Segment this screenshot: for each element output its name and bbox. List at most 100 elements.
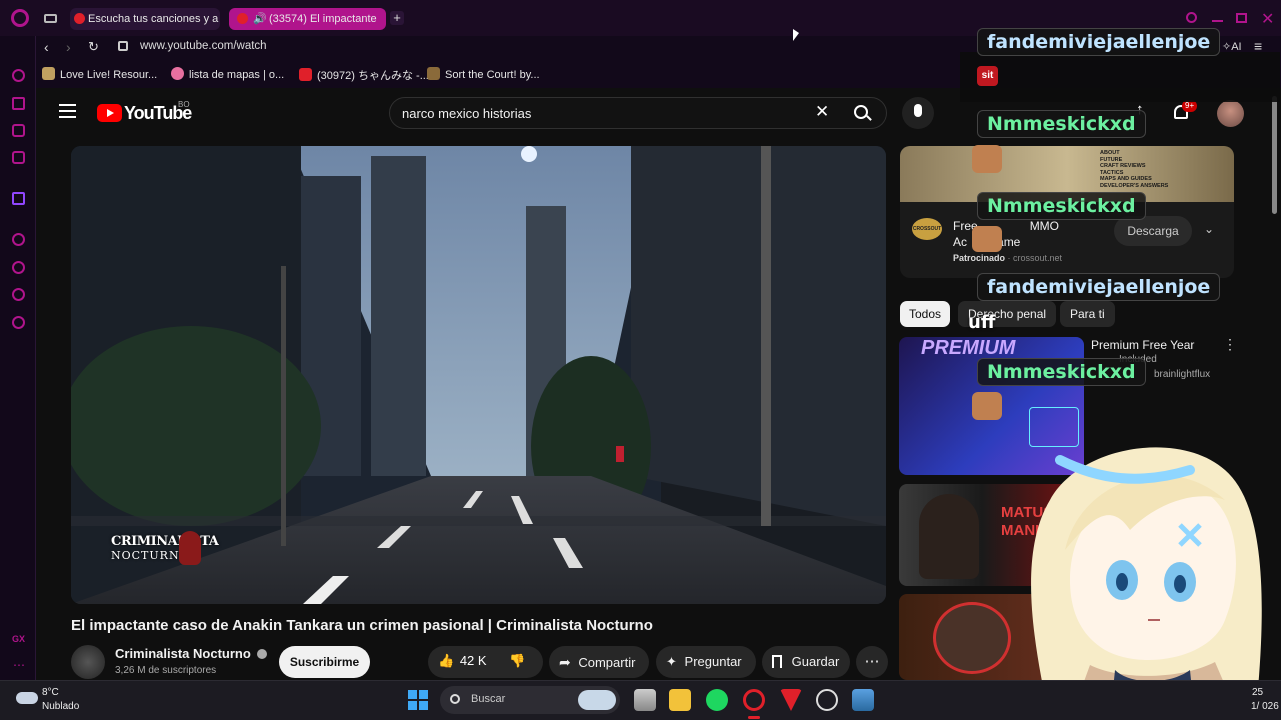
share-button[interactable]: ➦ Compartir bbox=[549, 646, 649, 678]
search-button[interactable] bbox=[840, 97, 887, 129]
channel-name[interactable]: Criminalista Nocturno bbox=[115, 646, 268, 661]
back-icon[interactable]: ‹ bbox=[44, 39, 49, 55]
player-icon[interactable] bbox=[12, 233, 25, 246]
banner-line: DEVELOPER'S ANSWERS bbox=[1100, 182, 1169, 189]
history-icon[interactable] bbox=[12, 261, 25, 274]
bookmark-label: (30972) ちゃんみな -... bbox=[317, 70, 429, 82]
watermark-line1: CRIMINALISTA bbox=[111, 534, 219, 549]
bookmark-label: lista de mapas | o... bbox=[189, 69, 285, 81]
recommendation-channel: brainlightflux bbox=[1154, 369, 1211, 380]
tab-youtube-active[interactable]: 🔊 (33574) El impactante bbox=[229, 8, 386, 30]
dislike-button[interactable]: 👎 bbox=[509, 653, 525, 669]
clear-search-icon[interactable]: ✕ bbox=[815, 102, 829, 122]
chat-username: Nmmeskickxd bbox=[977, 110, 1146, 138]
more-actions-button[interactable]: ⋯ bbox=[856, 646, 888, 678]
extensions-icon[interactable] bbox=[12, 288, 25, 301]
minimize-icon[interactable] bbox=[1212, 20, 1223, 22]
bookmark-label: Love Live! Resour... bbox=[60, 69, 158, 81]
windows-start-icon[interactable] bbox=[408, 690, 428, 710]
bookmark-sort-the-court[interactable]: Sort the Court! by... bbox=[427, 67, 540, 81]
aria-icon[interactable] bbox=[12, 69, 25, 82]
task-view-icon[interactable] bbox=[634, 689, 656, 711]
messenger-icon[interactable] bbox=[12, 124, 25, 137]
page-scrollbar[interactable] bbox=[1272, 96, 1277, 214]
window-search-icon[interactable] bbox=[1186, 12, 1197, 23]
twitch-icon[interactable] bbox=[12, 192, 25, 205]
chip-para-ti[interactable]: Para ti bbox=[1060, 301, 1115, 327]
search-input[interactable] bbox=[402, 104, 802, 122]
clock-date[interactable]: 1/ 026 bbox=[1251, 701, 1279, 712]
workspace-icon[interactable] bbox=[12, 97, 25, 110]
ad-download-button[interactable]: Descarga bbox=[1114, 216, 1192, 246]
channel-watermark: CRIMINALISTA NOCTURNO bbox=[111, 534, 219, 562]
chip-todos[interactable]: Todos bbox=[900, 301, 951, 327]
url-field[interactable]: www.youtube.com/watch bbox=[140, 40, 267, 52]
photos-icon[interactable] bbox=[852, 689, 874, 711]
thumbs-up-icon: 👍 bbox=[438, 653, 455, 668]
tab-overview-icon[interactable] bbox=[44, 14, 57, 23]
region-code: BO bbox=[178, 100, 190, 109]
chat-message: uff bbox=[968, 312, 996, 333]
youtube-play-icon bbox=[97, 104, 122, 122]
search-icon bbox=[450, 694, 460, 704]
bookmark-favicon-icon bbox=[42, 67, 55, 80]
thumbs-down-icon: 👎 bbox=[509, 653, 526, 668]
weather-desc: Nublado bbox=[42, 701, 80, 712]
hamburger-menu-icon[interactable] bbox=[59, 104, 76, 118]
opera-sidebar: GX ⋯ bbox=[0, 36, 36, 680]
ad-title: Free MMO Ac ame bbox=[953, 218, 1059, 250]
bookmark-chanmina[interactable]: (30972) ちゃんみな -... bbox=[299, 67, 429, 83]
instagram-icon[interactable] bbox=[12, 151, 25, 164]
chat-emote-face bbox=[972, 226, 1002, 252]
chat-username: fandemiviejaellenjoe bbox=[977, 28, 1221, 56]
channel-avatar[interactable] bbox=[71, 645, 105, 679]
bookmark-label: Sort the Court! by... bbox=[445, 69, 540, 81]
share-label: Compartir bbox=[578, 655, 636, 670]
bookmark-lista-mapas[interactable]: lista de mapas | o... bbox=[171, 67, 284, 81]
youtube-icon bbox=[74, 13, 85, 24]
cloud-icon bbox=[16, 692, 38, 704]
maximize-icon[interactable] bbox=[1236, 13, 1247, 23]
channel-name-text: Criminalista Nocturno bbox=[115, 646, 251, 661]
share-icon: ➦ bbox=[559, 654, 571, 670]
save-label: Guardar bbox=[791, 654, 840, 669]
emote-box bbox=[960, 52, 1280, 102]
more-icon[interactable]: ⋯ bbox=[13, 658, 25, 672]
close-window-icon[interactable]: ✕ bbox=[1261, 9, 1274, 29]
taskbar-search[interactable]: Buscar bbox=[440, 686, 620, 714]
new-tab-button[interactable]: + bbox=[390, 11, 404, 25]
clock-time[interactable]: 25 bbox=[1252, 687, 1263, 698]
chat-emote-face bbox=[972, 392, 1002, 420]
chevron-down-icon[interactable]: ⌄ bbox=[1204, 222, 1214, 236]
notifications-button[interactable]: 9+ bbox=[1172, 100, 1198, 123]
osu-icon[interactable] bbox=[816, 689, 838, 711]
voice-search-button[interactable] bbox=[902, 97, 934, 129]
ask-label: Preguntar bbox=[684, 654, 742, 669]
recommendation-title[interactable]: Premium Free Year bbox=[1091, 338, 1194, 352]
file-explorer-icon[interactable] bbox=[669, 689, 691, 711]
spotify-icon[interactable] bbox=[706, 689, 728, 711]
speaker-icon: 🔊 bbox=[253, 13, 267, 25]
forward-icon[interactable]: › bbox=[66, 39, 71, 55]
reload-icon[interactable]: ↻ bbox=[88, 39, 99, 55]
settings-icon[interactable] bbox=[12, 316, 25, 329]
weather-widget[interactable]: 8°C Nublado bbox=[14, 686, 94, 714]
video-player[interactable]: CRIMINALISTA NOCTURNO bbox=[71, 146, 886, 604]
opera-menu-icon[interactable] bbox=[11, 9, 29, 27]
bookmark-love-live[interactable]: Love Live! Resour... bbox=[42, 67, 157, 81]
subscriber-count: 3,26 M de suscriptores bbox=[115, 665, 217, 676]
sponsored-label: Patrocinado bbox=[953, 253, 1006, 263]
chat-username: fandemiviejaellenjoe bbox=[977, 273, 1221, 301]
save-button[interactable]: Guardar bbox=[762, 646, 850, 678]
gx-label[interactable]: GX bbox=[12, 634, 25, 644]
kebab-menu-icon[interactable]: ⋮ bbox=[1223, 336, 1237, 353]
ask-button[interactable]: ✦ Preguntar bbox=[656, 646, 756, 678]
sparkle-icon: ✦ bbox=[666, 654, 677, 669]
ad-domain: crossout.net bbox=[1013, 253, 1063, 263]
avatar[interactable] bbox=[1217, 100, 1244, 127]
tab-spotify[interactable]: Escucha tus canciones y a bbox=[70, 8, 220, 30]
opera-gx-icon[interactable] bbox=[743, 689, 765, 711]
subscribe-button[interactable]: Suscribirme bbox=[279, 646, 370, 678]
bookmark-favicon-icon bbox=[427, 67, 440, 80]
like-button[interactable]: 👍 42 K bbox=[438, 653, 487, 669]
